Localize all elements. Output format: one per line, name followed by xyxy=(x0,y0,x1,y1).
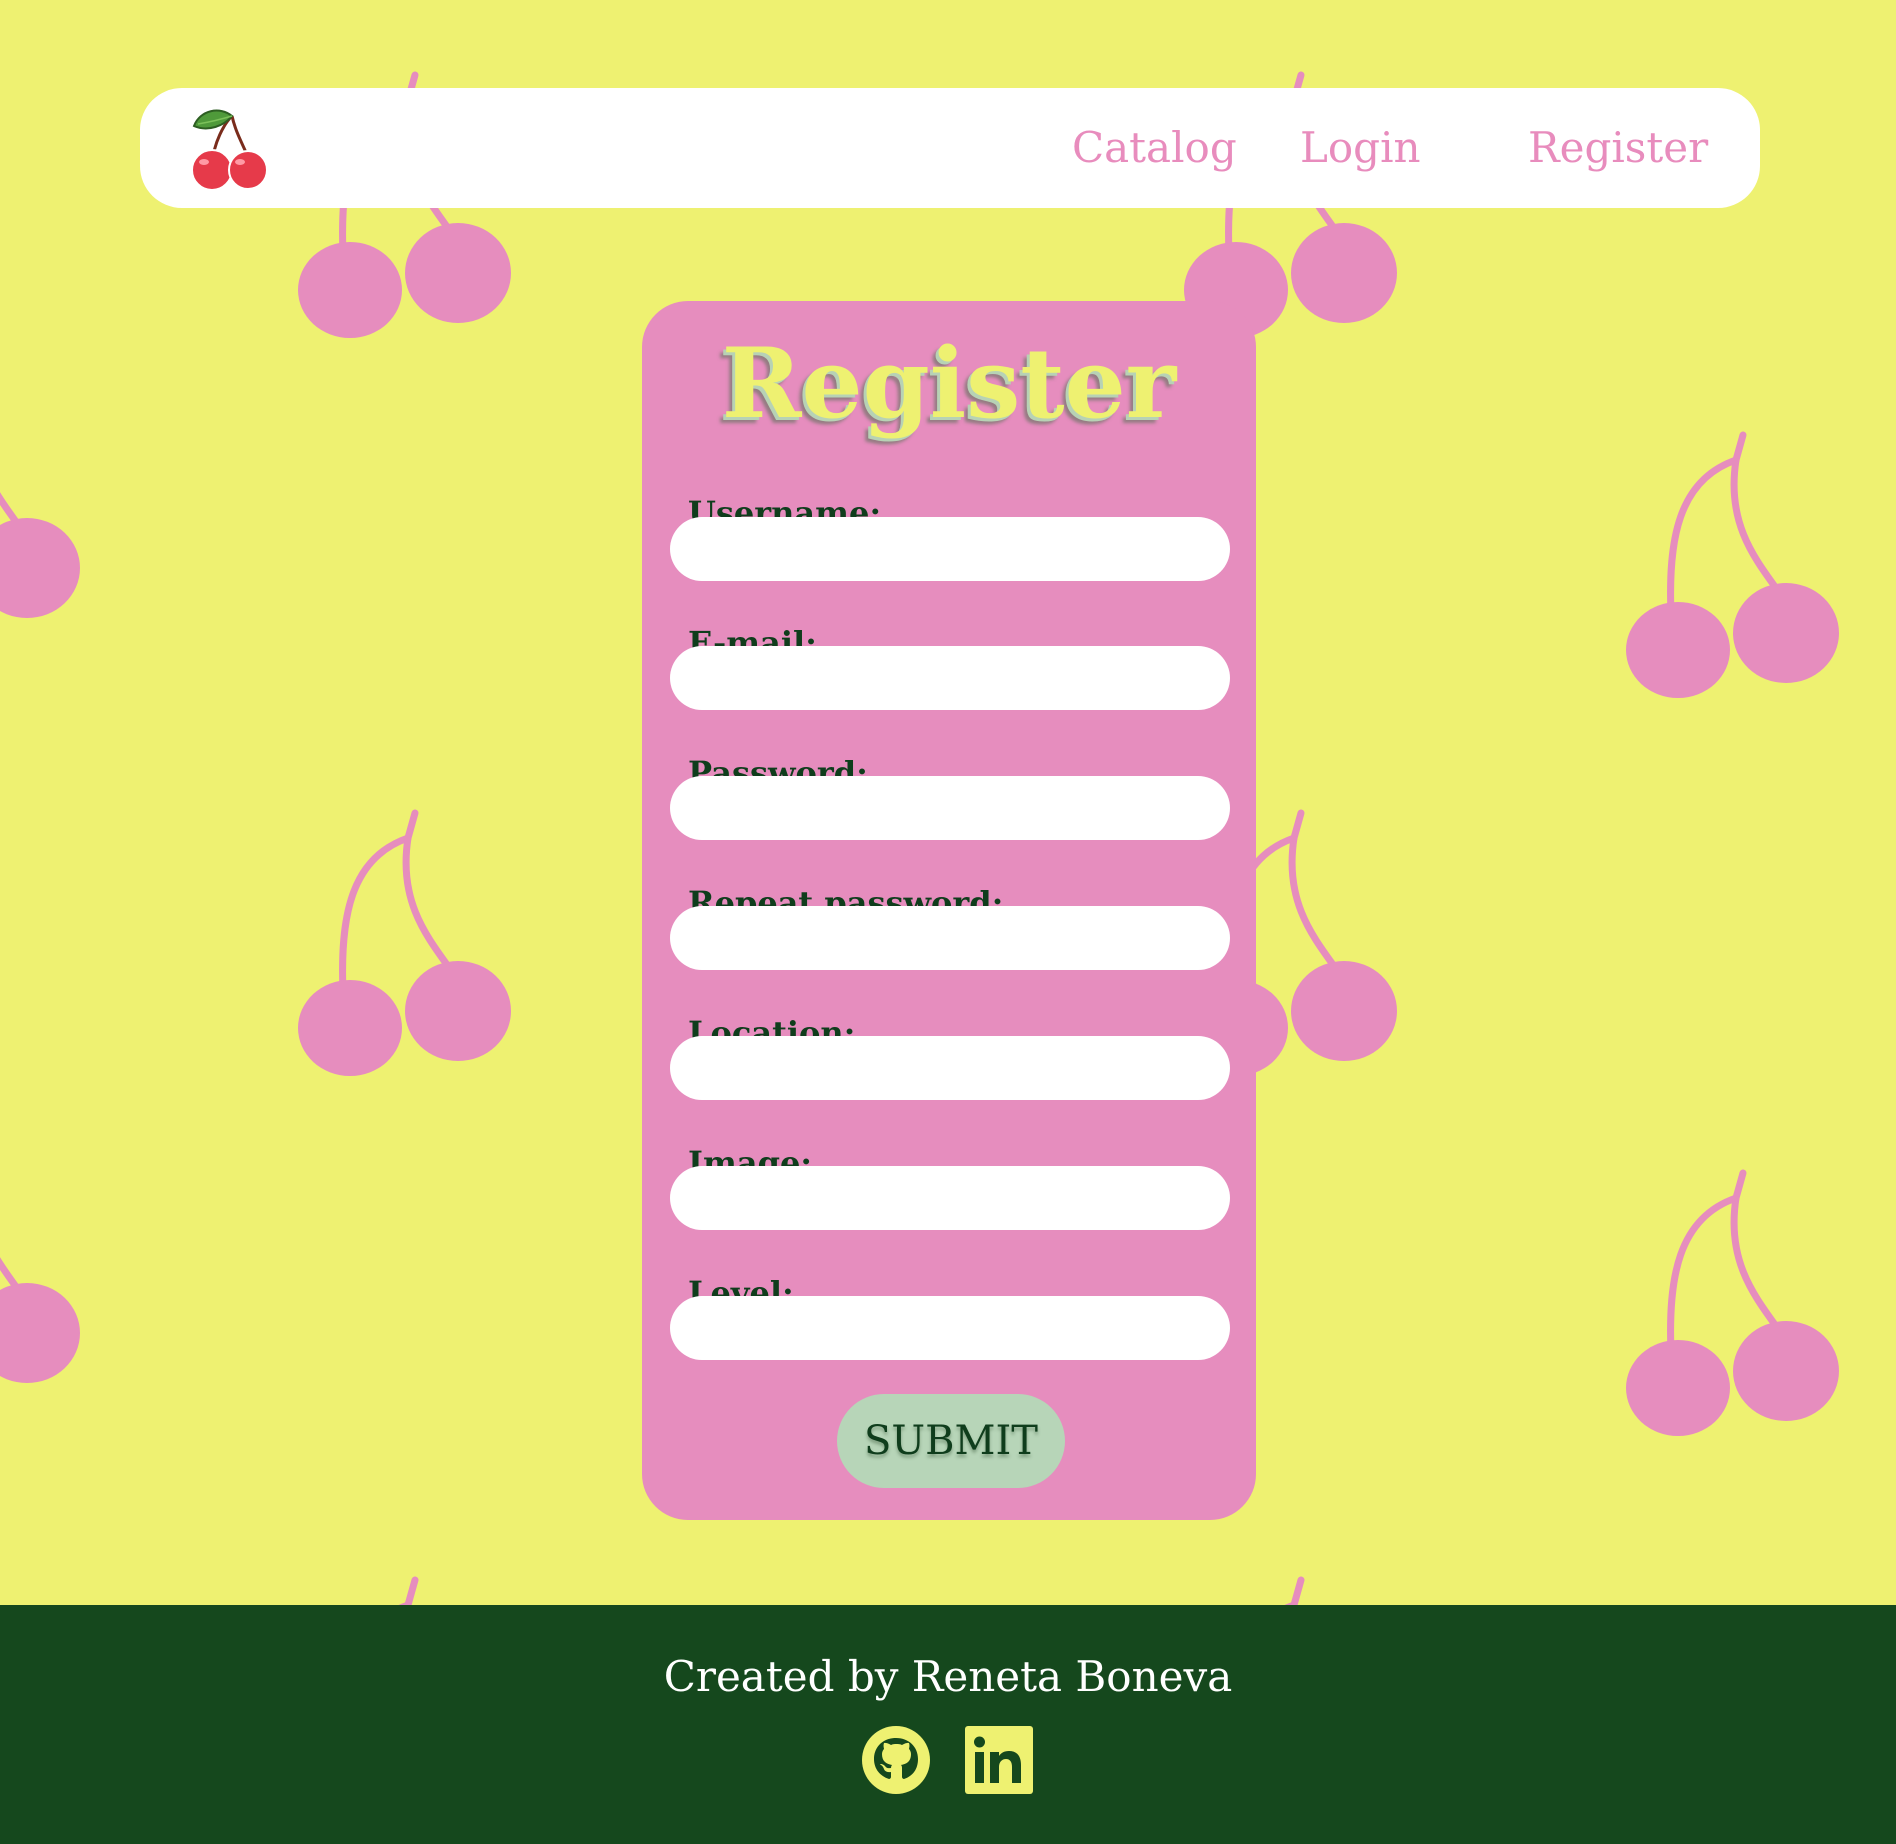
footer-credit: Created by Reneta Boneva xyxy=(663,1652,1233,1701)
nav-login-link[interactable]: Login xyxy=(1300,118,1421,178)
nav-catalog-link[interactable]: Catalog xyxy=(1072,118,1237,178)
image-input[interactable] xyxy=(670,1166,1230,1230)
cherry-icon xyxy=(298,813,511,1076)
cherry-logo-icon[interactable] xyxy=(184,104,276,196)
form-title: Register xyxy=(721,327,1177,440)
submit-button[interactable]: SUBMIT xyxy=(837,1394,1065,1488)
email-input[interactable] xyxy=(670,646,1230,710)
location-input[interactable] xyxy=(670,1036,1230,1100)
cherry-icon xyxy=(298,1580,511,1605)
cherry-icon xyxy=(1626,435,1839,698)
cherry-icon xyxy=(1626,1173,1839,1436)
cherry-icon xyxy=(0,1135,80,1398)
linkedin-icon[interactable] xyxy=(964,1725,1034,1795)
cherry-icon xyxy=(1184,1580,1397,1605)
github-icon[interactable] xyxy=(861,1725,931,1795)
password-input[interactable] xyxy=(670,776,1230,840)
cherry-icon xyxy=(0,370,80,633)
register-form: Register Username: E-mail: Password: Rep… xyxy=(642,301,1256,1520)
username-input[interactable] xyxy=(670,517,1230,581)
page-footer: Created by Reneta Boneva xyxy=(0,1605,1896,1844)
repeat-password-input[interactable] xyxy=(670,906,1230,970)
top-navbar: Catalog Login Register xyxy=(140,88,1760,208)
nav-register-link[interactable]: Register xyxy=(1528,118,1708,178)
level-input[interactable] xyxy=(670,1296,1230,1360)
